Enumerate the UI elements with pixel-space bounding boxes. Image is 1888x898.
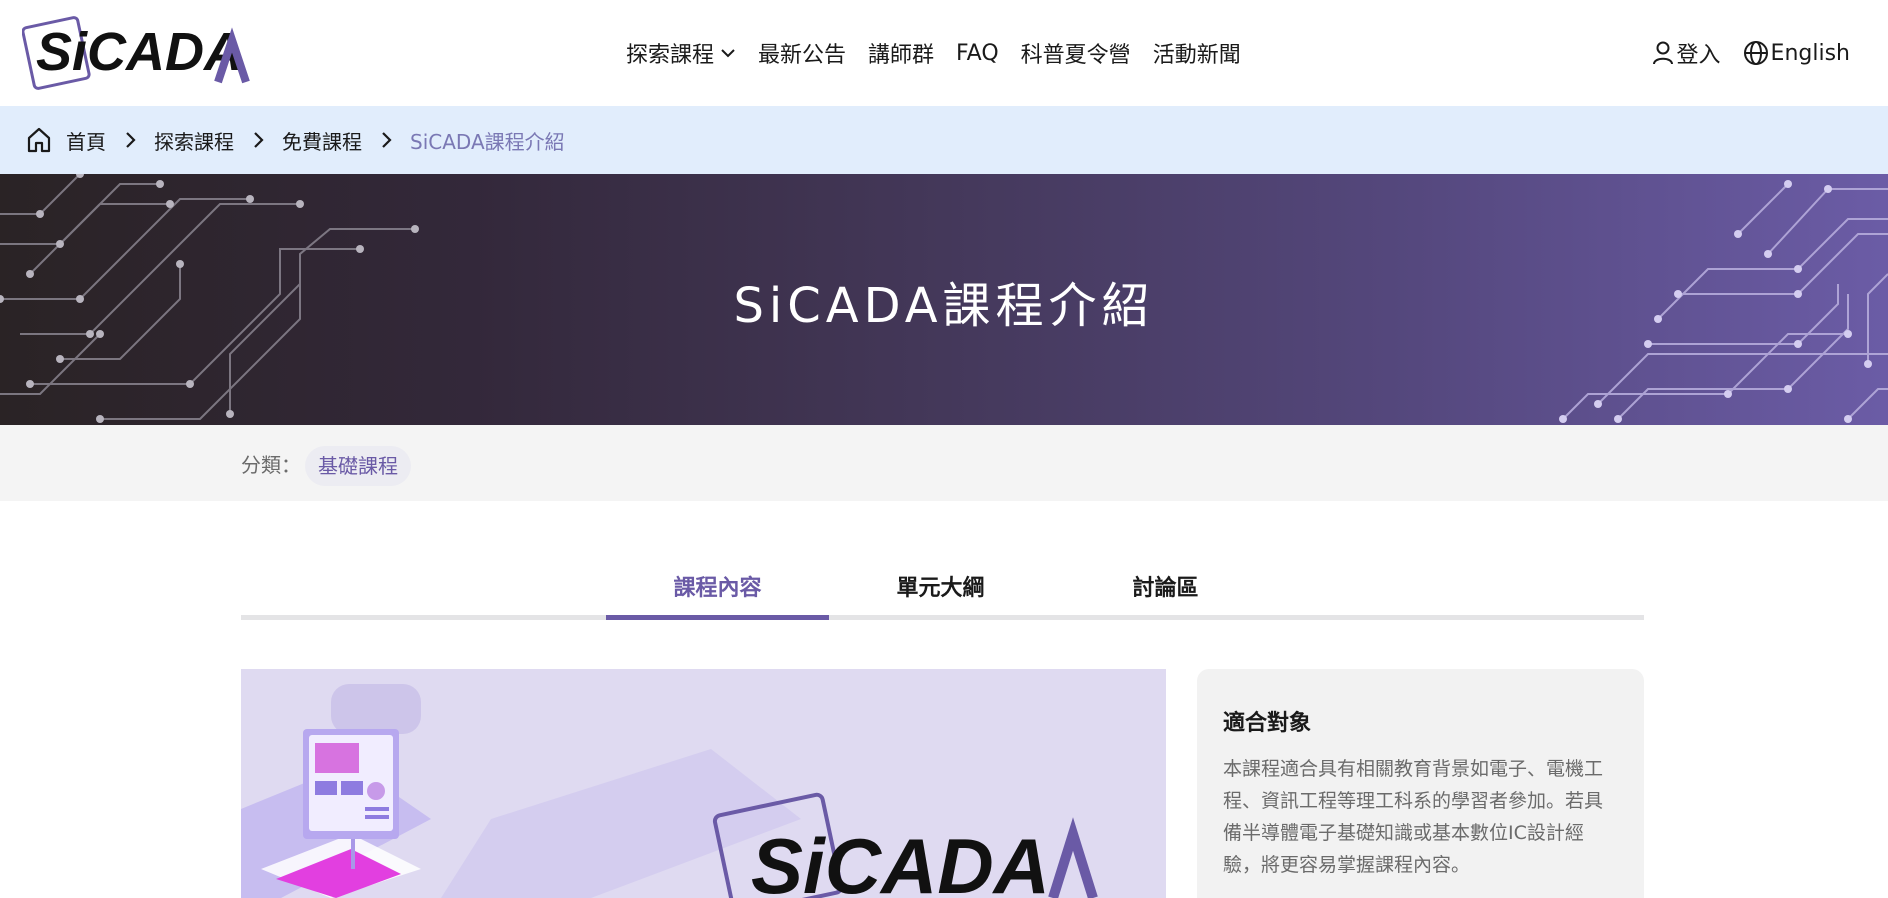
category-label: 分類： bbox=[241, 453, 301, 477]
main-nav: 探索課程 最新公告 講師群 FAQ 科普夏令營 活動新聞 bbox=[626, 36, 1263, 70]
nav-explore-label: 探索課程 bbox=[626, 43, 715, 68]
chevron-right-icon bbox=[252, 131, 264, 149]
category-tag[interactable]: 基礎課程 bbox=[305, 446, 411, 486]
nav-announcements[interactable]: 最新公告 bbox=[758, 37, 846, 69]
page-banner: SiCADA課程介紹 bbox=[0, 174, 1888, 425]
nav-news[interactable]: 活動新聞 bbox=[1153, 37, 1241, 69]
nav-instructors[interactable]: 講師群 bbox=[868, 37, 934, 69]
course-cover-image: SiCADA bbox=[241, 669, 1166, 898]
breadcrumb-current: SiCADA課程介紹 bbox=[410, 129, 565, 154]
chevron-down-icon bbox=[721, 49, 735, 58]
category-strip: 分類： bbox=[0, 425, 1888, 501]
breadcrumb-free-courses[interactable]: 免費課程 bbox=[282, 126, 362, 155]
home-icon[interactable] bbox=[26, 126, 52, 154]
user-icon bbox=[1652, 41, 1673, 65]
tab-course-content[interactable]: 課程內容 bbox=[606, 566, 829, 620]
chevron-right-icon bbox=[380, 131, 392, 149]
login-label: 登入 bbox=[1676, 43, 1721, 68]
audience-card: 適合對象 本課程適合具有相關教育背景如電子、電機工程、資訊工程等理工科系的學習者… bbox=[1197, 669, 1644, 898]
globe-icon bbox=[1743, 41, 1768, 65]
breadcrumb: 首頁 探索課程 免費課程 SiCADA課程介紹 bbox=[0, 106, 1888, 174]
sicada-logo[interactable]: SiCADA bbox=[21, 12, 252, 94]
logo-text: SiCADA bbox=[36, 22, 243, 82]
nav-summer-camp[interactable]: 科普夏令營 bbox=[1021, 37, 1131, 69]
page-title: SiCADA課程介紹 bbox=[733, 278, 1155, 334]
nav-explore-courses[interactable]: 探索課程 bbox=[626, 37, 736, 69]
course-tabs: 課程內容 單元大綱 討論區 bbox=[241, 566, 1644, 620]
language-label: English bbox=[1770, 40, 1850, 66]
login-button[interactable]: 登入 bbox=[1651, 37, 1721, 69]
nav-faq[interactable]: FAQ bbox=[956, 41, 999, 66]
tab-unit-outline[interactable]: 單元大綱 bbox=[829, 566, 1052, 620]
tab-discussion[interactable]: 討論區 bbox=[1054, 566, 1277, 620]
audience-title: 適合對象 bbox=[1223, 711, 1312, 736]
audience-description: 本課程適合具有相關教育背景如電子、電機工程、資訊工程等理工科系的學習者參加。若具… bbox=[1223, 758, 1604, 876]
breadcrumb-explore[interactable]: 探索課程 bbox=[154, 126, 234, 155]
site-header: SiCADA 探索課程 最新公告 講師群 FAQ 科普夏令營 活動新聞 登入 E… bbox=[0, 0, 1888, 106]
chevron-right-icon bbox=[124, 131, 136, 149]
cover-logo-text: SiCADA bbox=[751, 822, 1050, 898]
header-tools: 登入 English bbox=[1629, 36, 1850, 70]
breadcrumb-home[interactable]: 首頁 bbox=[66, 126, 106, 155]
language-switch[interactable]: English bbox=[1743, 40, 1850, 66]
